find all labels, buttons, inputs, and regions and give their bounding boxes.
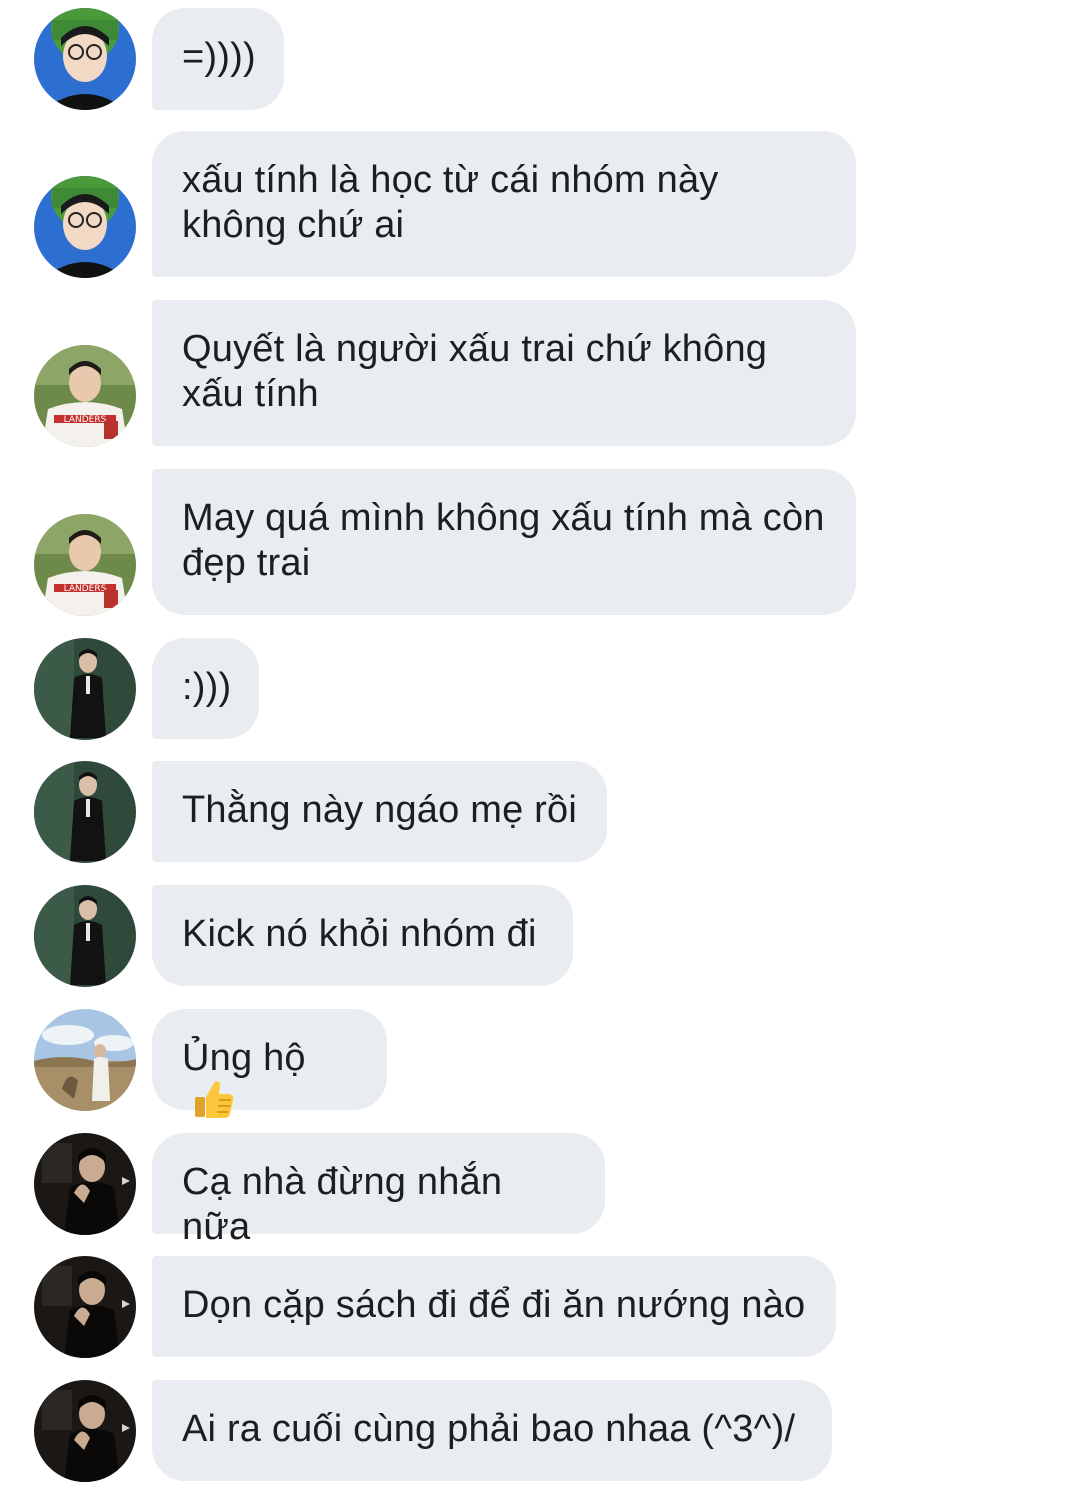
- sender-avatar[interactable]: [34, 885, 136, 987]
- svg-text:LANDERS: LANDERS: [64, 415, 107, 425]
- sender-avatar[interactable]: [34, 176, 136, 278]
- message-bubble[interactable]: xấu tính là học từ cái nhóm này không ch…: [152, 131, 856, 277]
- sender-avatar[interactable]: [34, 1256, 136, 1358]
- sender-avatar[interactable]: [34, 1380, 136, 1482]
- thumbs-up-icon: [192, 1077, 236, 1132]
- message-row: :))): [0, 638, 1080, 740]
- sender-avatar[interactable]: [34, 1133, 136, 1235]
- message-row: =)))): [0, 8, 1080, 110]
- message-row: Ai ra cuối cùng phải bao nhaa (^3^)/: [0, 1380, 1080, 1482]
- message-bubble[interactable]: Ai ra cuối cùng phải bao nhaa (^3^)/: [152, 1380, 832, 1481]
- sender-avatar[interactable]: [34, 638, 136, 740]
- sender-avatar[interactable]: [34, 8, 136, 110]
- message-row: Ủng hộ: [0, 1009, 1080, 1118]
- message-row: xấu tính là học từ cái nhóm này không ch…: [0, 131, 1080, 278]
- svg-text:LANDERS: LANDERS: [64, 584, 107, 594]
- message-bubble[interactable]: May quá mình không xấu tính mà còn đẹp t…: [152, 469, 856, 615]
- message-bubble[interactable]: =)))): [152, 8, 284, 110]
- message-row: Dọn cặp sách đi để đi ăn nướng nào: [0, 1256, 1080, 1358]
- message-bubble[interactable]: Cạ nhà đừng nhắn nữa: [152, 1133, 605, 1248]
- sender-avatar[interactable]: [34, 1009, 136, 1111]
- message-bubble[interactable]: Thằng này ngáo mẹ rồi: [152, 761, 607, 862]
- message-thread: =)))) xấu tính là học từ cái nhóm này kh…: [0, 0, 1080, 1498]
- sender-avatar[interactable]: LANDERS: [34, 345, 136, 447]
- message-row: LANDERS May quá mình không xấu tính mà c…: [0, 469, 1080, 616]
- message-bubble[interactable]: :))): [152, 638, 259, 739]
- message-row: Cạ nhà đừng nhắn nữa: [0, 1133, 1080, 1248]
- message-bubble[interactable]: Quyết là người xấu trai chứ không xấu tí…: [152, 300, 856, 446]
- message-bubble[interactable]: Kick nó khỏi nhóm đi: [152, 885, 573, 986]
- sender-avatar[interactable]: LANDERS: [34, 514, 136, 616]
- message-bubble[interactable]: Dọn cặp sách đi để đi ăn nướng nào: [152, 1256, 836, 1357]
- sender-avatar[interactable]: [34, 761, 136, 863]
- message-bubble[interactable]: Ủng hộ: [152, 1009, 387, 1118]
- message-text: Ủng hộ: [182, 1037, 306, 1079]
- message-row: LANDERS Quyết là người xấu trai chứ khôn…: [0, 300, 1080, 447]
- message-row: Kick nó khỏi nhóm đi: [0, 885, 1080, 987]
- message-row: Thằng này ngáo mẹ rồi: [0, 761, 1080, 863]
